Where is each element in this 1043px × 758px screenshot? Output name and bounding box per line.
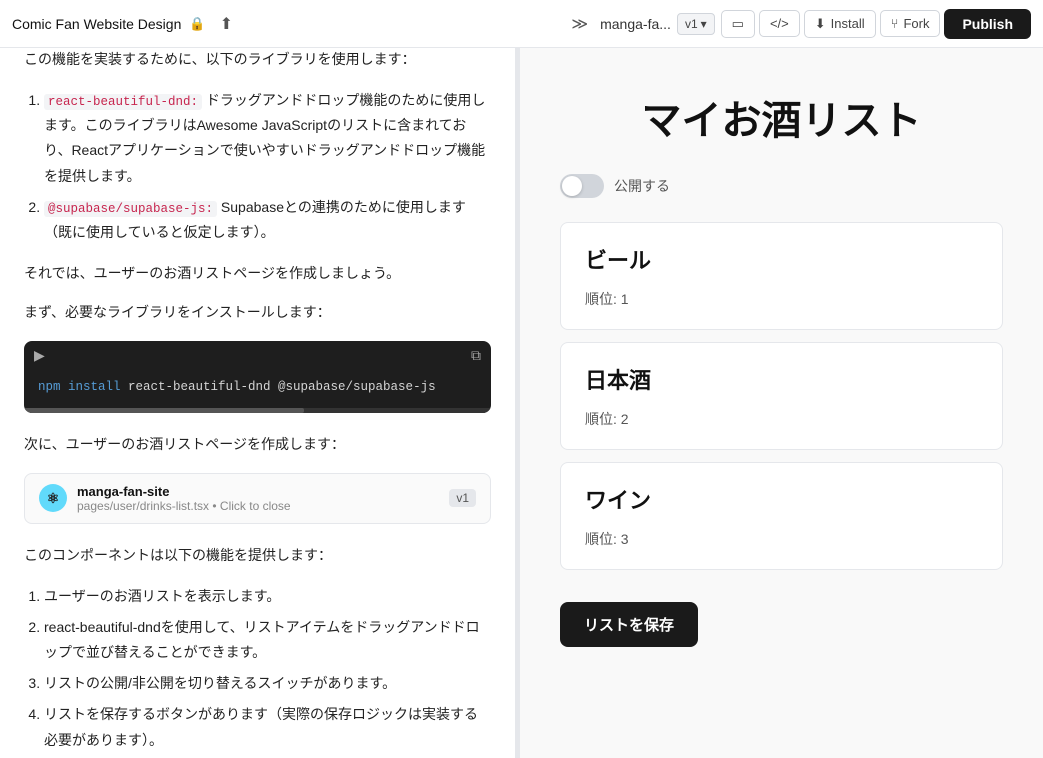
code-scrollbar [24,408,491,413]
file-card[interactable]: ⚛ manga-fan-site pages/user/drinks-list.… [24,473,491,524]
right-panel: マイお酒リスト 公開する ビール 順位: 1 日本酒 順位: 2 ワイン 順位:… [520,48,1043,758]
para4: このコンポーネントは以下の機能を提供します： [24,544,491,568]
fork-button[interactable]: ⑂ Fork [880,10,941,37]
share-button[interactable]: ⬆ [214,10,239,38]
breadcrumb-site: manga-fa... [600,16,671,32]
file-card-info: manga-fan-site pages/user/drinks-list.ts… [77,484,291,513]
code-block: ▶ ⧉ npm install react-beautiful-dnd @sup… [24,341,491,413]
file-name: manga-fan-site [77,484,291,499]
version-label: v1 [685,17,698,31]
install-button[interactable]: ⬇ Install [804,10,876,38]
drink-rank-1: 順位: 1 [585,289,978,309]
list-item: react-beautiful-dndを使用して、リストアイテムをドラッグアンド… [44,615,491,665]
para3: 次に、ユーザーのお酒リストページを作成します： [24,433,491,457]
install-label: Install [831,16,865,31]
install-icon: ⬇ [815,16,826,32]
collapse-button[interactable]: ≫ [565,10,594,38]
left-panel: この機能を実装するために、以下のライブラリを使用します： react-beaut… [0,48,516,758]
drink-name-2: 日本酒 [585,363,978,395]
code-rest: react-beautiful-dnd @supabase/supabase-j… [121,380,436,394]
layout-button[interactable]: ▭ [721,10,755,38]
layout-icon: ▭ [732,16,744,32]
intro-text: この機能を実装するために、以下のライブラリを使用します： [24,48,491,72]
topbar: Comic Fan Website Design 🔒 ⬆ ≫ manga-fa.… [0,0,1043,48]
drink-card-3: ワイン 順位: 3 [560,462,1003,570]
list-item-text: リストを保存するボタンがあります（実際の保存ロジックは実装する必要があります）。 [44,706,478,747]
share-icon: ⬆ [220,16,233,33]
toggle-label: 公開する [614,176,670,196]
list-item-text: ユーザーのお酒リストを表示します。 [44,588,280,604]
file-path: pages/user/drinks-list.tsx • Click to cl… [77,499,291,513]
para2: まず、必要なライブラリをインストールします： [24,301,491,325]
code-icon: </> [770,16,789,31]
list-item: リストの公開/非公開を切り替えるスイッチがあります。 [44,671,491,696]
fork-icon: ⑂ [891,16,899,31]
preview-container: マイお酒リスト 公開する ビール 順位: 1 日本酒 順位: 2 ワイン 順位:… [520,48,1043,582]
list-item-text: リストの公開/非公開を切り替えるスイッチがあります。 [44,675,396,691]
copy-icon[interactable]: ⧉ [471,347,481,364]
code-content: npm install react-beautiful-dnd @supabas… [24,370,491,408]
main-layout: この機能を実装するために、以下のライブラリを使用します： react-beaut… [0,48,1043,758]
topbar-center: ≫ manga-fa... v1 ▾ ▭ </> ⬇ Install ⑂ For… [565,9,1031,39]
version-selector[interactable]: v1 ▾ [677,13,715,35]
code-inline: @supabase/supabase-js: [44,201,217,217]
collapse-icon: ≫ [571,16,588,33]
feature-list: ユーザーのお酒リストを表示します。 react-beautiful-dndを使用… [44,584,491,753]
code-scrollbar-thumb [24,408,304,413]
library-list: react-beautiful-dnd: ドラッグアンドドロップ機能のために使用… [44,88,491,246]
chevron-down-icon: ▾ [701,17,707,31]
drink-rank-2: 順位: 2 [585,409,978,429]
drink-card-1: ビール 順位: 1 [560,222,1003,330]
drink-name-3: ワイン [585,483,978,515]
page-title: Comic Fan Website Design [12,16,181,32]
publish-toggle[interactable] [560,174,604,198]
list-item: @supabase/supabase-js: Supabaseとの連携のために使… [44,195,491,246]
topbar-icons: ▭ </> ⬇ Install ⑂ Fork Publish [721,9,1031,39]
topbar-left: Comic Fan Website Design 🔒 ⬆ [12,10,239,38]
toggle-row: 公開する [560,174,1003,198]
list-item: ユーザーのお酒リストを表示します。 [44,584,491,609]
fork-label: Fork [903,16,929,31]
toggle-knob [562,176,582,196]
code-button[interactable]: </> [759,10,800,37]
code-inline: react-beautiful-dnd: [44,94,202,110]
code-block-header: ▶ ⧉ [24,341,491,370]
code-keyword: npm install [38,380,121,394]
drink-name-1: ビール [585,243,978,275]
publish-button[interactable]: Publish [944,9,1031,39]
list-item: リストを保存するボタンがあります（実際の保存ロジックは実装する必要があります）。 [44,702,491,752]
react-icon: ⚛ [39,484,67,512]
drink-rank-3: 順位: 3 [585,529,978,549]
save-btn-row: リストを保存 [520,582,1043,667]
run-icon[interactable]: ▶ [34,347,45,364]
file-version: v1 [449,489,476,507]
list-item-text: react-beautiful-dndを使用して、リストアイテムをドラッグアンド… [44,619,480,660]
para1: それでは、ユーザーのお酒リストページを作成しましょう。 [24,262,491,286]
file-card-left: ⚛ manga-fan-site pages/user/drinks-list.… [39,484,291,513]
save-button[interactable]: リストを保存 [560,602,698,647]
list-item: react-beautiful-dnd: ドラッグアンドドロップ機能のために使用… [44,88,491,189]
drink-card-2: 日本酒 順位: 2 [560,342,1003,450]
lock-icon: 🔒 [189,16,205,32]
preview-title: マイお酒リスト [560,88,1003,146]
